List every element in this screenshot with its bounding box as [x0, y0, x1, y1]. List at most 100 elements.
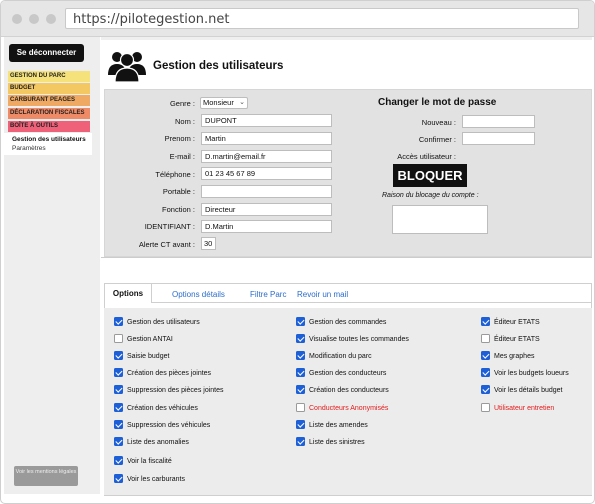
option-label: Liste des sinistres: [309, 438, 365, 446]
option-checkbox[interactable]: [114, 368, 123, 377]
email-label: E-mail :: [169, 152, 195, 161]
window-maximize-dot[interactable]: [46, 14, 56, 24]
confirm-password-field[interactable]: [462, 132, 535, 145]
option-checkbox[interactable]: [296, 403, 305, 412]
identifiant-field[interactable]: D.Martin: [201, 220, 332, 233]
option-label: Modification du parc: [309, 352, 372, 360]
address-bar[interactable]: https://pilotegestion.net: [65, 8, 579, 29]
sidebar-item-parametres[interactable]: Paramètres: [12, 144, 46, 153]
menu-item-carburant-peages[interactable]: CARBURANT PEAGES: [8, 95, 90, 106]
sidebar-item-gestion-utilisateurs[interactable]: Gestion des utilisateurs: [12, 135, 86, 144]
option-checkbox[interactable]: [481, 403, 490, 412]
option-label: Voir les carburants: [127, 475, 185, 483]
window-close-dot[interactable]: [12, 14, 22, 24]
identifiant-label: IDENTIFIANT :: [144, 222, 195, 231]
option-checkbox[interactable]: [481, 351, 490, 360]
tab-options[interactable]: Options: [104, 283, 152, 303]
menu-item-budget[interactable]: BUDGET: [8, 83, 90, 94]
menu-item-boite-a-outils[interactable]: BOÎTE À OUTILS: [8, 121, 90, 132]
option-label: Saisie budget: [127, 352, 170, 360]
fonction-field[interactable]: Directeur: [201, 203, 332, 216]
acces-utilisateur-label: Accès utilisateur :: [397, 152, 456, 161]
option-checkbox[interactable]: [114, 317, 123, 326]
option-label: Suppression des pièces jointes: [127, 386, 224, 394]
genre-select[interactable]: Monsieur ⌄: [200, 97, 248, 109]
option-checkbox[interactable]: [114, 334, 123, 343]
content-top-strip: [101, 37, 592, 40]
option-checkbox[interactable]: [296, 317, 305, 326]
option-label: Création des conducteurs: [309, 386, 389, 394]
option-checkbox[interactable]: [296, 385, 305, 394]
nouveau-label: Nouveau :: [421, 118, 456, 127]
nom-field[interactable]: DUPONT: [201, 114, 332, 127]
option-label: Suppression des véhicules: [127, 421, 211, 429]
option-checkbox[interactable]: [296, 334, 305, 343]
menu-item-gestion-du-parc[interactable]: GESTION DU PARC: [8, 71, 90, 82]
fonction-label: Fonction :: [162, 205, 195, 214]
option-checkbox[interactable]: [114, 351, 123, 360]
option-label: Liste des amendes: [309, 421, 368, 429]
block-reason-label: Raison du blocage du compte :: [382, 192, 479, 199]
genre-value: Monsieur: [203, 98, 234, 107]
option-label: Visualise toutes les commandes: [309, 335, 409, 343]
browser-toolbar: https://pilotegestion.net: [1, 1, 594, 37]
option-checkbox[interactable]: [114, 385, 123, 394]
tab-filtre-parc[interactable]: Filtre Parc: [250, 290, 286, 299]
option-label: Gestion des conducteurs: [309, 369, 387, 377]
option-checkbox[interactable]: [481, 334, 490, 343]
telephone-label: Téléphone :: [155, 170, 195, 179]
options-checkbox-grid: Gestion des utilisateurs Gestion ANTAI Sai…: [104, 308, 592, 495]
alerte-ct-field[interactable]: 30: [201, 237, 216, 250]
option-checkbox[interactable]: [114, 437, 123, 446]
option-checkbox[interactable]: [114, 403, 123, 412]
page-title: Gestion des utilisateurs: [153, 60, 284, 72]
option-checkbox[interactable]: [481, 317, 490, 326]
prenom-field[interactable]: Martin: [201, 132, 332, 145]
users-icon: [108, 52, 146, 83]
nom-label: Nom :: [174, 117, 195, 126]
option-checkbox[interactable]: [114, 456, 123, 465]
option-label: Éditeur ETATS: [494, 335, 540, 343]
window-minimize-dot[interactable]: [29, 14, 39, 24]
option-checkbox[interactable]: [481, 385, 490, 394]
option-label: Gestion des commandes: [309, 318, 387, 326]
prenom-label: Prenom :: [164, 134, 195, 143]
option-checkbox[interactable]: [296, 368, 305, 377]
option-label: Création des pièces jointes: [127, 369, 212, 377]
alerte-ct-label: Alerte CT avant :: [138, 240, 195, 249]
option-label: Gestion des utilisateurs: [127, 318, 200, 326]
option-label: Conducteurs Anonymisés: [309, 404, 389, 412]
option-checkbox[interactable]: [114, 474, 123, 483]
tab-underline: [152, 302, 592, 303]
section-divider: [101, 257, 592, 258]
new-password-field[interactable]: [462, 115, 535, 128]
telephone-field[interactable]: 01 23 45 67 89: [201, 167, 332, 180]
option-label: Voir les budgets loueurs: [494, 369, 569, 377]
option-label: Utilisateur entretien: [494, 404, 555, 412]
genre-label: Genre :: [169, 99, 195, 108]
tab-revoir-mail[interactable]: Revoir un mail: [297, 290, 348, 299]
menu-item-declaration-fiscales[interactable]: DÉCLARATION FISCALES: [8, 108, 90, 119]
option-label: Éditeur ETATS: [494, 318, 540, 326]
chevron-down-icon: ⌄: [239, 99, 245, 106]
option-checkbox[interactable]: [296, 351, 305, 360]
option-label: Mes graphes: [494, 352, 535, 360]
tab-options-details[interactable]: Options détails: [172, 290, 225, 299]
option-label: Voir les détails budget: [494, 386, 563, 394]
logout-button[interactable]: Se déconnecter: [9, 44, 84, 62]
portable-field[interactable]: [201, 185, 332, 198]
portable-label: Portable :: [162, 187, 195, 196]
confirmer-label: Confirmer :: [418, 135, 456, 144]
option-checkbox[interactable]: [481, 368, 490, 377]
legal-mentions-button[interactable]: Voir les mentions légales: [14, 466, 78, 486]
option-checkbox[interactable]: [114, 420, 123, 429]
option-checkbox[interactable]: [296, 437, 305, 446]
option-checkbox[interactable]: [296, 420, 305, 429]
password-section-title: Changer le mot de passe: [378, 97, 497, 108]
email-field[interactable]: D.martin@email.fr: [201, 150, 332, 163]
option-label: Voir la fiscalité: [127, 457, 172, 465]
option-label: Gestion ANTAI: [127, 335, 173, 343]
option-label: Création des véhicules: [127, 404, 198, 412]
block-reason-textarea[interactable]: [392, 205, 488, 234]
block-user-button[interactable]: BLOQUER: [393, 164, 467, 187]
